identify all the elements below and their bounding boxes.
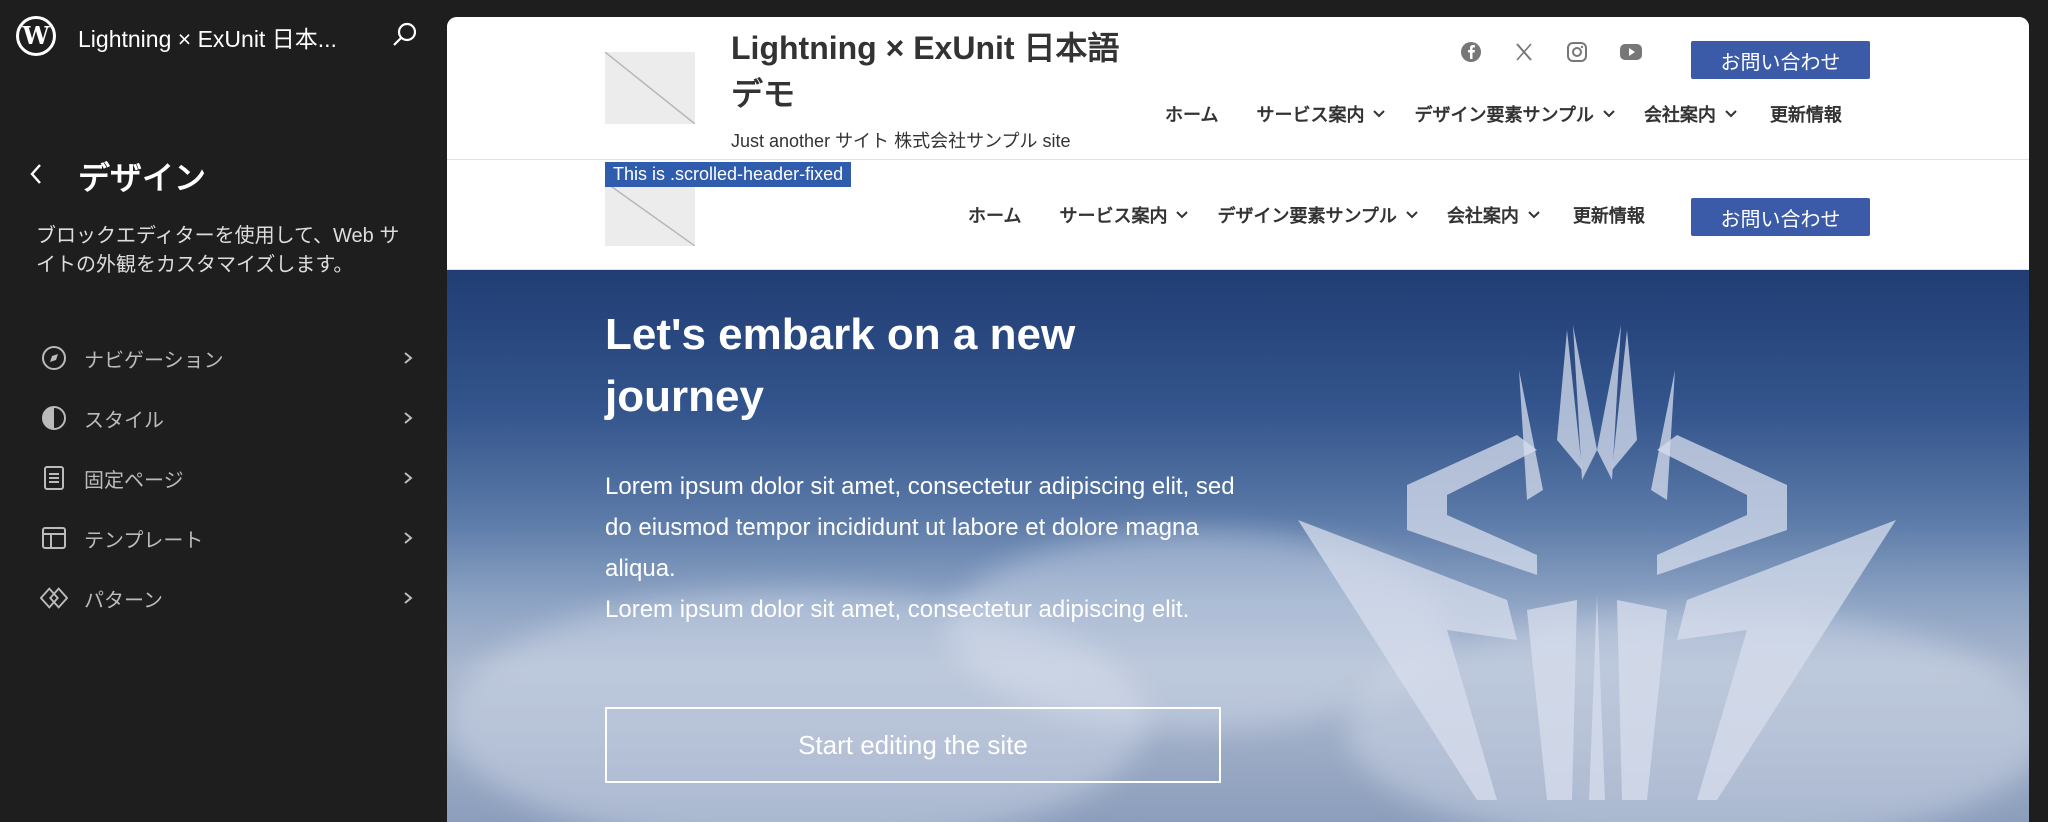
nav-item-label: パターン (84, 589, 163, 612)
hero-cover[interactable]: Let's embark on a new journey Lorem ipsu… (447, 270, 2029, 822)
nav-item-navigation[interactable]: ナビゲーション (30, 328, 416, 388)
instagram-icon[interactable] (1562, 37, 1592, 67)
menu-item-news[interactable]: 更新情報 (1573, 202, 1645, 228)
nav-item-label: 固定ページ (84, 469, 184, 492)
chevron-right-icon (400, 526, 416, 550)
youtube-icon[interactable] (1616, 37, 1646, 67)
menu-item-label: サービス案内 (1256, 105, 1365, 125)
menu-item-label: ホーム (1165, 105, 1219, 125)
hero-title: Let's embark on a new journey (605, 310, 1076, 421)
hero-paragraph-2: Lorem ipsum dolor sit amet, consectetur … (605, 596, 1190, 623)
site-preview-frame[interactable]: Lightning × ExUnit 日本語デモ Just another サイ… (447, 17, 2029, 822)
facebook-icon[interactable] (1456, 37, 1486, 67)
menu-item-company[interactable]: 会社案内 (1447, 202, 1541, 228)
diamond-icon (40, 584, 68, 612)
site-header: Lightning × ExUnit 日本語デモ Just another サイ… (447, 17, 2029, 160)
nav-item-label: ナビゲーション (84, 349, 224, 372)
menu-item-label: デザイン要素サンプル (1217, 206, 1397, 226)
section-title: デザイン (78, 160, 207, 196)
nav-item-pages[interactable]: 固定ページ (30, 448, 416, 508)
contact-button[interactable]: お問い合わせ (1691, 41, 1870, 79)
chevron-down-icon (1406, 211, 1418, 219)
menu-item-label: デザイン要素サンプル (1414, 105, 1594, 125)
chevron-right-icon (400, 406, 416, 430)
scrolled-fixed-header: This is .scrolled-header-fixed ホーム サービス案… (447, 160, 2029, 270)
menu-item-services[interactable]: サービス案内 (1059, 202, 1189, 228)
start-editing-button[interactable]: Start editing the site (605, 707, 1221, 783)
contact-button[interactable]: お問い合わせ (1691, 198, 1870, 236)
nav-item-label: テンプレート (84, 529, 204, 552)
nav-item-templates[interactable]: テンプレート (30, 508, 416, 568)
chevron-down-icon (1373, 110, 1386, 118)
fixed-logo-placeholder[interactable] (605, 182, 695, 246)
chevron-right-icon (400, 586, 416, 610)
chevron-right-icon (400, 346, 416, 370)
compass-icon (40, 344, 68, 372)
header-menu: ホーム サービス案内 デザイン要素サンプル 会社案内 更新情報 (1165, 101, 1842, 127)
header-site-title[interactable]: Lightning × ExUnit 日本語デモ (731, 25, 1131, 117)
menu-item-home[interactable]: ホーム (1165, 101, 1218, 127)
wordpress-logo-icon[interactable]: W (16, 16, 56, 56)
hero-text: Lorem ipsum dolor sit amet, consectetur … (605, 466, 1235, 630)
chevron-right-icon (400, 466, 416, 490)
header-tagline: Just another サイト 株式会社サンプル site (731, 131, 1071, 151)
nav-item-patterns[interactable]: パターン (30, 568, 416, 628)
menu-item-design-samples[interactable]: デザイン要素サンプル (1217, 202, 1418, 228)
menu-item-label: 更新情報 (1572, 206, 1645, 226)
menu-item-news[interactable]: 更新情報 (1770, 101, 1842, 127)
scrolled-header-label: This is .scrolled-header-fixed (605, 162, 852, 187)
nav-item-styles[interactable]: スタイル (30, 388, 416, 448)
half-circle-icon (40, 404, 68, 432)
menu-item-design-samples[interactable]: デザイン要素サンプル (1414, 101, 1615, 127)
chevron-down-icon (1528, 211, 1540, 219)
menu-item-label: 更新情報 (1769, 105, 1842, 125)
hero-paragraph-1: Lorem ipsum dolor sit amet, consectetur … (605, 473, 1235, 582)
emblem-graphic (1298, 325, 1896, 800)
layout-icon (40, 524, 68, 552)
site-logo-placeholder[interactable] (605, 52, 695, 124)
site-title-link[interactable]: Lightning × ExUnit 日本... (78, 20, 337, 54)
menu-item-services[interactable]: サービス案内 (1256, 101, 1386, 127)
chevron-down-icon (1176, 211, 1189, 219)
back-chevron-icon[interactable] (24, 158, 48, 190)
chevron-down-icon (1603, 110, 1615, 118)
menu-item-company[interactable]: 会社案内 (1644, 101, 1738, 127)
menu-item-home[interactable]: ホーム (968, 202, 1021, 228)
chevron-down-icon (1725, 110, 1737, 118)
section-description: ブロックエディターを使用して、Web サイトの外観をカスタマイズします。 (36, 225, 400, 276)
menu-item-label: 会社案内 (1446, 206, 1519, 226)
x-icon[interactable] (1509, 37, 1539, 67)
nav-item-label: スタイル (84, 409, 164, 432)
page-icon (40, 464, 68, 492)
fixed-header-menu: ホーム サービス案内 デザイン要素サンプル 会社案内 更新情報 (968, 202, 1645, 228)
menu-item-label: ホーム (968, 206, 1022, 226)
search-icon[interactable] (390, 20, 420, 50)
menu-item-label: サービス案内 (1059, 206, 1168, 226)
menu-item-label: 会社案内 (1643, 105, 1716, 125)
design-nav-list: ナビゲーション スタイル 固定ページ テンプレート パターン (30, 328, 416, 628)
